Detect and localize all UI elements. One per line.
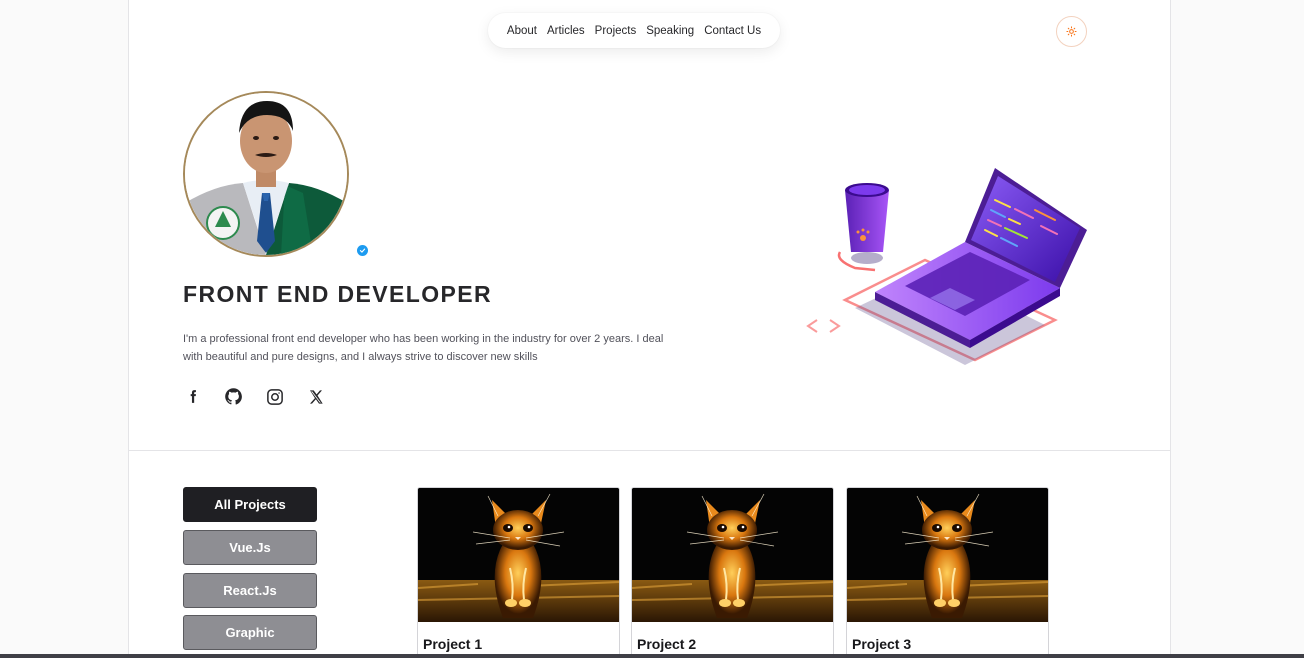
project-card[interactable]: Project 1 xyxy=(417,487,620,654)
window-bottom-edge xyxy=(0,654,1304,658)
hero-bio: I'm a professional front end developer w… xyxy=(183,333,664,363)
social-links xyxy=(183,387,325,406)
top-nav: About Articles Projects Speaking Contact… xyxy=(488,13,780,48)
hero-title: FRONT END DEVELOPER xyxy=(183,281,493,307)
laptop-illustration xyxy=(806,168,1087,365)
profile-photo xyxy=(185,93,347,255)
project-image xyxy=(847,488,1048,622)
avatar xyxy=(183,91,349,257)
project-card[interactable]: Project 3 xyxy=(846,487,1049,654)
page-container: About Articles Projects Speaking Contact… xyxy=(128,0,1171,654)
x-icon[interactable] xyxy=(306,387,325,406)
project-image xyxy=(632,488,833,622)
project-title: Project 3 xyxy=(852,636,912,652)
facebook-icon[interactable] xyxy=(183,387,202,406)
filter-all-projects[interactable]: All Projects xyxy=(183,487,317,522)
theme-toggle-button[interactable] xyxy=(1056,16,1087,47)
section-divider xyxy=(129,450,1170,451)
project-card[interactable]: Project 2 xyxy=(631,487,834,654)
nav-contact[interactable]: Contact Us xyxy=(699,25,766,37)
nav-projects[interactable]: Projects xyxy=(590,25,642,37)
github-icon[interactable] xyxy=(224,387,243,406)
filter-vuejs[interactable]: Vue.Js xyxy=(183,530,317,565)
verified-badge-icon xyxy=(357,245,368,256)
instagram-icon[interactable] xyxy=(265,387,284,406)
filter-graphic[interactable]: Graphic xyxy=(183,615,317,650)
nav-articles[interactable]: Articles xyxy=(542,25,590,37)
filter-reactjs[interactable]: React.Js xyxy=(183,573,317,608)
nav-about[interactable]: About xyxy=(502,25,542,37)
nav-speaking[interactable]: Speaking xyxy=(641,25,699,37)
project-image xyxy=(418,488,619,622)
sun-icon xyxy=(1066,26,1077,37)
project-title: Project 1 xyxy=(423,636,483,652)
project-title: Project 2 xyxy=(637,636,697,652)
